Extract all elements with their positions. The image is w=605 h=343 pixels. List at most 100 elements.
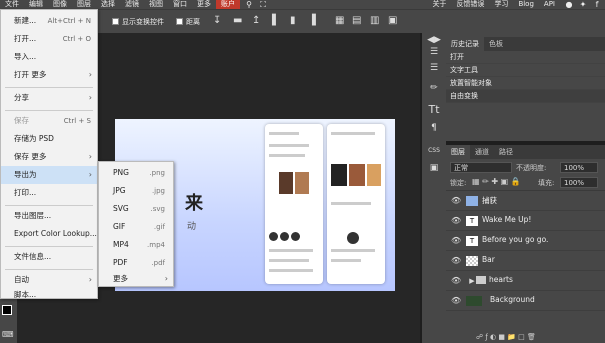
layer-row[interactable]: 👁 ▶ hearts [446,271,605,291]
menu-more[interactable]: 更多 [192,0,216,9]
distribute-icon[interactable]: ▦ [335,15,344,26]
menu-view[interactable]: 视图 [144,0,168,9]
layer-controls: 正常 不透明度: 100% 锁定: ▦ ✏ ✚ ▣ 🔒 填充: 100% [446,159,605,191]
export-mp4[interactable]: MP4 .mp4 [99,236,173,254]
history-item-place-smart-object[interactable]: 放置智能对象 [446,77,605,90]
3d-icon[interactable]: ▣ [388,15,397,26]
history-item-open[interactable]: 打开 [446,51,605,64]
menu-window[interactable]: 窗口 [168,0,192,9]
foreground-color-swatch[interactable] [2,305,12,315]
layer-footer-icons[interactable]: ☍ ƒ ◐ ■ 📁 □ 🗑 [446,333,605,343]
menu-layer[interactable]: 图层 [72,0,96,9]
search-icon[interactable]: ⚲ [244,0,254,9]
opacity-label: 不透明度: [516,164,547,172]
menu-blog[interactable]: Blog [513,0,538,9]
align-top-icon[interactable]: ↧ [213,15,221,26]
mockup-screen-1 [265,124,323,284]
align-bottom-icon[interactable]: ↥ [252,15,260,26]
adjustments-icon[interactable]: ☰ [426,63,442,73]
menu-file[interactable]: 文件 [0,0,24,9]
layer-thumbnail [466,296,482,306]
opacity-input[interactable]: 100% [560,162,598,173]
character-icon[interactable]: Tt [426,103,442,116]
menu-filter[interactable]: 滤镜 [120,0,144,9]
layer-row[interactable]: 👁 Background [446,291,605,311]
blend-mode-select[interactable]: 正常 [450,162,512,173]
layer-name: Background [490,295,535,304]
layer-row[interactable]: 👁 T Before you go go. [446,231,605,251]
menu-account[interactable]: 账户 [216,0,240,9]
history-tabs: 历史记录 色板 [446,37,605,51]
paragraph-icon[interactable]: ¶ [426,123,442,133]
menu-item-export-layers[interactable]: 导出图层... [1,207,97,225]
layer-row[interactable]: 👁 T Wake Me Up! [446,211,605,231]
css-icon[interactable]: CSS [426,147,442,154]
export-jpg[interactable]: JPG .jpg [99,182,173,200]
text-layer-icon: T [466,236,478,246]
brush-icon[interactable]: ✏ [426,83,442,93]
menu-item-share[interactable]: 分享 › [1,89,97,107]
align-left-icon[interactable]: ▌ [272,15,280,26]
menu-item-file-info[interactable]: 文件信息... [1,248,97,266]
export-png[interactable]: PNG .png [99,164,173,182]
menu-item-open-more[interactable]: 打开 更多 › [1,66,97,84]
menu-item-script[interactable]: 脚本... [1,286,97,304]
menu-item-export-color-lookup[interactable]: Export Color Lookup... [1,225,97,243]
menu-item-import[interactable]: 导入... [1,48,97,66]
layer-row[interactable]: 👁 Bar [446,251,605,271]
menu-select[interactable]: 选择 [96,0,120,9]
visibility-eye-icon[interactable]: 👁 [451,236,461,245]
menu-api[interactable]: API [539,0,560,9]
menu-item-print[interactable]: 打印... [1,184,97,202]
menu-item-save[interactable]: 保存 Ctrl + S [1,112,97,130]
reddit-icon[interactable]: ● [564,0,574,9]
lock-icons[interactable]: ▦ ✏ ✚ ▣ 🔒 [472,177,521,186]
menu-report-bug[interactable]: 反馈错误 [451,0,489,9]
image-icon[interactable]: ▣ [426,163,442,173]
history-item-free-transform[interactable]: 自由变换 [446,90,605,103]
collapse-icon[interactable]: ◀▶ [426,35,442,45]
keyboard-icon[interactable]: ⌨ [2,330,14,339]
layer-row[interactable]: 👁 捕获 [446,191,605,211]
visibility-eye-icon[interactable]: 👁 [451,196,461,205]
tab-paths[interactable]: 路径 [494,145,518,159]
menu-item-export-as[interactable]: 导出为 › [1,166,97,184]
artwork-title: 来 [185,193,203,214]
tab-layers[interactable]: 图层 [446,145,470,159]
visibility-eye-icon[interactable]: 👁 [451,276,461,285]
visibility-eye-icon[interactable]: 👁 [451,296,461,305]
tab-history[interactable]: 历史记录 [446,37,484,51]
layer-name: Before you go go. [482,235,549,244]
show-transform-checkbox[interactable] [112,18,119,25]
menu-image[interactable]: 图像 [48,0,72,9]
export-more[interactable]: 更多 › [99,270,173,288]
history-icon[interactable]: ☰ [426,47,442,57]
menu-item-open[interactable]: 打开... Ctrl + O [1,30,97,48]
visibility-eye-icon[interactable]: 👁 [451,256,461,265]
distribute-h-icon[interactable]: ▤ [352,15,361,26]
align-right-icon[interactable]: ▐ [308,15,316,26]
menubar: 文件 编辑 图像 图层 选择 滤镜 视图 窗口 更多 账户 ⚲ ⛶ 关于 反馈错… [0,0,605,9]
align-center-icon[interactable]: ▮ [290,15,296,26]
fill-input[interactable]: 100% [560,177,598,188]
menu-edit[interactable]: 编辑 [24,0,48,9]
export-svg[interactable]: SVG .svg [99,200,173,218]
tab-swatches[interactable]: 色板 [484,37,508,51]
history-item-type-tool[interactable]: 文字工具 [446,64,605,77]
fill-label: 填充: [538,179,555,187]
panel-icon-strip: ◀▶ ☰ ☰ ✏ Tt ¶ CSS ▣ [422,33,446,343]
fullscreen-icon[interactable]: ⛶ [258,0,268,9]
export-gif[interactable]: GIF .gif [99,218,173,236]
menu-learn[interactable]: 学习 [489,0,513,9]
visibility-eye-icon[interactable]: 👁 [451,216,461,225]
twitter-icon[interactable]: ✦ [578,0,588,9]
distribute-v-icon[interactable]: ▥ [370,15,379,26]
distance-checkbox[interactable] [176,18,183,25]
menu-item-save-psd[interactable]: 存储为 PSD [1,130,97,148]
menu-item-new[interactable]: 新建... Alt+Ctrl + N [1,12,97,30]
menu-item-save-more[interactable]: 保存 更多 › [1,148,97,166]
menu-about[interactable]: 关于 [427,0,451,9]
tab-channels[interactable]: 通道 [470,145,494,159]
facebook-icon[interactable]: f [592,0,602,9]
align-middle-icon[interactable]: ▬ [233,15,242,26]
